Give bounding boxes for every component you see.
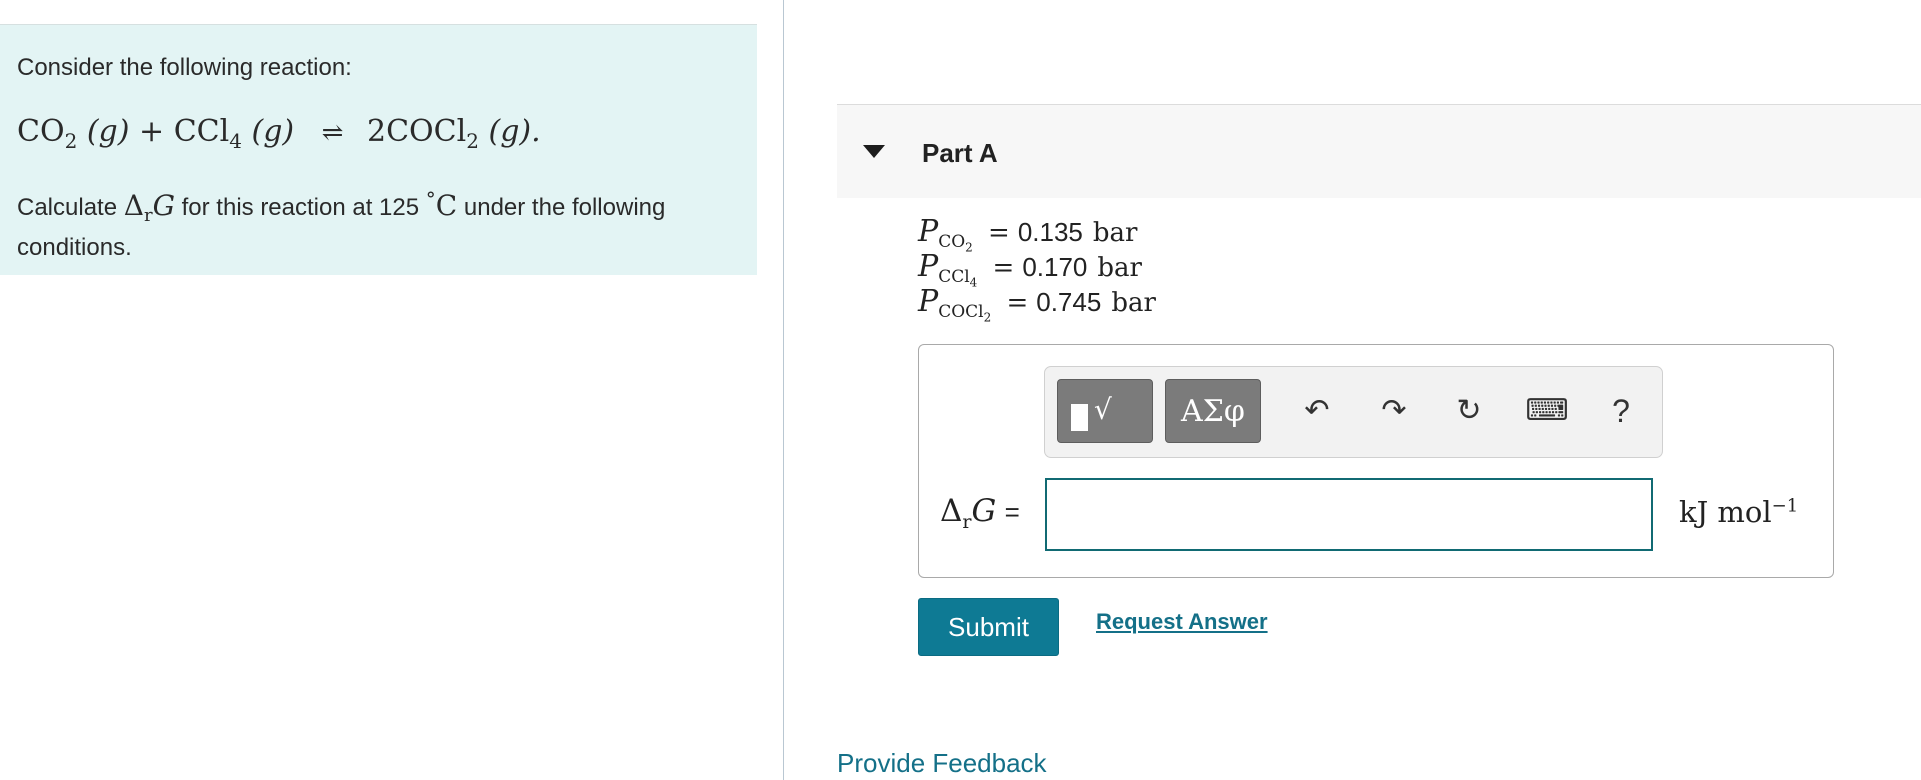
math-toolbar: √ ΑΣφ ↶ ↷ ↻ ⌨ ? (1044, 366, 1663, 458)
reaction-equation: CO2 (g) + CCl4 (g) ⇌ 2COCl2 (g). (17, 114, 541, 153)
answer-label: ΔrG = (940, 493, 1020, 533)
answer-units: kJ mol−1 (1679, 495, 1799, 529)
submit-button[interactable]: Submit (918, 598, 1059, 656)
undo-icon[interactable]: ↶ (1293, 387, 1341, 435)
block-icon (1071, 404, 1088, 431)
panel-divider (783, 0, 784, 780)
answer-box: √ ΑΣφ ↶ ↷ ↻ ⌨ ? ΔrG = kJ mol−1 (918, 344, 1834, 578)
provide-feedback-link[interactable]: Provide Feedback (837, 748, 1047, 779)
redo-icon[interactable]: ↷ (1370, 387, 1418, 435)
help-icon[interactable]: ? (1597, 387, 1645, 435)
condition-row: PCOCl2 = 0.745 bar (918, 284, 1156, 325)
greek-symbols-button[interactable]: ΑΣφ (1165, 379, 1261, 443)
condition-row: PCCl4 = 0.170 bar (918, 249, 1142, 290)
equilibrium-arrow-icon: ⇌ (321, 118, 344, 148)
part-title: Part A (922, 138, 998, 168)
sqrt-icon: √ (1094, 393, 1112, 426)
problem-question: Calculate ΔrG for this reaction at 125 °… (17, 187, 666, 261)
part-a-header[interactable]: Part A (837, 104, 1921, 198)
request-answer-link[interactable]: Request Answer (1096, 609, 1268, 635)
answer-input[interactable] (1045, 478, 1653, 551)
reset-icon[interactable]: ↻ (1445, 387, 1493, 435)
caret-down-icon[interactable] (863, 145, 885, 158)
problem-intro: Consider the following reaction: (17, 54, 352, 81)
keyboard-icon[interactable]: ⌨ (1523, 387, 1571, 435)
condition-row: PCO2 = 0.135 bar (918, 214, 1138, 255)
conditions-list: PCO2 = 0.135 bar PCCl4 = 0.170 bar PCOCl2 = 0… (918, 214, 1156, 325)
templates-button[interactable]: √ (1057, 379, 1153, 443)
